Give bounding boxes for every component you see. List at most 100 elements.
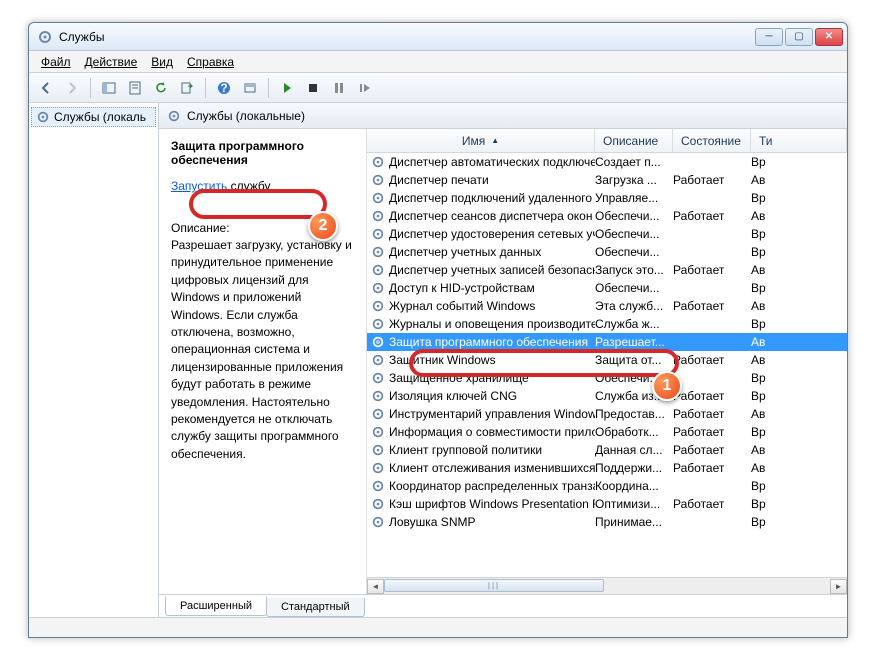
gear-icon bbox=[371, 407, 385, 421]
cell-type: Ав bbox=[751, 173, 843, 187]
cell-type: Ав bbox=[751, 461, 843, 475]
detail-title: Защита программного обеспечения bbox=[171, 139, 354, 167]
column-headers: Имя▲ Описание Состояние Ти bbox=[367, 129, 847, 153]
restart-service-button[interactable] bbox=[354, 77, 376, 99]
gear-icon bbox=[371, 461, 385, 475]
menu-action[interactable]: Действие bbox=[79, 53, 144, 71]
service-row[interactable]: Доступ к HID-устройствамОбеспечи...Вр bbox=[367, 279, 847, 297]
cell-state: Работает bbox=[673, 461, 751, 475]
service-row[interactable]: Изоляция ключей CNGСлужба из...РаботаетВ… bbox=[367, 387, 847, 405]
service-row[interactable]: Координатор распределенных транзакцийКоо… bbox=[367, 477, 847, 495]
cell-type: Ав bbox=[751, 299, 843, 313]
cell-name: Защитник Windows bbox=[371, 353, 595, 367]
gear-icon bbox=[371, 425, 385, 439]
cell-type: Вр bbox=[751, 317, 843, 331]
cell-type: Вр bbox=[751, 371, 843, 385]
cell-name: Диспетчер удостоверения сетевых участ... bbox=[371, 227, 595, 241]
forward-button[interactable] bbox=[61, 77, 83, 99]
gear-icon bbox=[371, 371, 385, 385]
close-button[interactable]: ✕ bbox=[815, 28, 843, 46]
cell-state: Работает bbox=[673, 425, 751, 439]
tree-item-services-local[interactable]: Службы (локаль bbox=[31, 107, 156, 127]
minimize-button[interactable]: ─ bbox=[755, 28, 783, 46]
cell-type: Ав bbox=[751, 353, 843, 367]
cell-state: Работает bbox=[673, 443, 751, 457]
cell-desc: Защита от... bbox=[595, 353, 673, 367]
col-name[interactable]: Имя▲ bbox=[367, 129, 595, 152]
cell-name: Клиент групповой политики bbox=[371, 443, 595, 457]
cell-desc: Загрузка ... bbox=[595, 173, 673, 187]
menu-file[interactable]: Файл bbox=[35, 53, 77, 71]
cell-desc: Обеспечи... bbox=[595, 209, 673, 223]
scroll-right-icon[interactable]: ► bbox=[830, 579, 847, 594]
scroll-track[interactable]: ||| bbox=[384, 579, 830, 594]
cell-desc: Служба ж... bbox=[595, 317, 673, 331]
gear-icon bbox=[371, 317, 385, 331]
service-row[interactable]: Диспетчер сеансов диспетчера окон раб...… bbox=[367, 207, 847, 225]
cell-desc: Данная сл... bbox=[595, 443, 673, 457]
service-row[interactable]: Диспетчер печатиЗагрузка ...РаботаетАв bbox=[367, 171, 847, 189]
cell-name: Диспетчер учетных записей безопасности bbox=[371, 263, 595, 277]
cell-desc: Обеспечи... bbox=[595, 245, 673, 259]
cell-name: Инструментарий управления Windows bbox=[371, 407, 595, 421]
cell-state: Работает bbox=[673, 299, 751, 313]
pause-service-button[interactable] bbox=[328, 77, 350, 99]
properties-button[interactable] bbox=[124, 77, 146, 99]
menu-help[interactable]: Справка bbox=[181, 53, 240, 71]
tab-extended[interactable]: Расширенный bbox=[165, 596, 267, 616]
scroll-left-icon[interactable]: ◄ bbox=[367, 579, 384, 594]
cell-type: Ав bbox=[751, 443, 843, 457]
gear-icon bbox=[371, 155, 385, 169]
col-description[interactable]: Описание bbox=[595, 129, 673, 152]
service-row[interactable]: Диспетчер удостоверения сетевых участ...… bbox=[367, 225, 847, 243]
cell-state: Работает bbox=[673, 407, 751, 421]
gear-icon bbox=[371, 299, 385, 313]
start-service-button[interactable] bbox=[276, 77, 298, 99]
service-list: Имя▲ Описание Состояние Ти Диспетчер авт… bbox=[367, 129, 847, 594]
stop-service-button[interactable] bbox=[302, 77, 324, 99]
service-row[interactable]: Инструментарий управления WindowsПредост… bbox=[367, 405, 847, 423]
service-row[interactable]: Информация о совместимости приложе...Обр… bbox=[367, 423, 847, 441]
services-window: Службы ─ ▢ ✕ Файл Действие Вид Справка ?… bbox=[28, 22, 848, 638]
cell-state: Работает bbox=[673, 209, 751, 223]
service-row[interactable]: Диспетчер учетных данныхОбеспечи...Вр bbox=[367, 243, 847, 261]
show-hide-tree-button[interactable] bbox=[98, 77, 120, 99]
menu-view[interactable]: Вид bbox=[145, 53, 179, 71]
start-link-row: Запустить службу bbox=[171, 179, 354, 193]
scroll-thumb[interactable]: ||| bbox=[384, 579, 604, 592]
cell-name: Ловушка SNMP bbox=[371, 515, 595, 529]
cell-state: Работает bbox=[673, 173, 751, 187]
service-row[interactable]: Защищенное хранилищеОбеспечи...Вр bbox=[367, 369, 847, 387]
cell-type: Вр bbox=[751, 281, 843, 295]
service-row[interactable]: Клиент групповой политикиДанная сл...Раб… bbox=[367, 441, 847, 459]
service-row[interactable]: Журнал событий WindowsЭта служб...Работа… bbox=[367, 297, 847, 315]
horizontal-scrollbar[interactable]: ◄ ||| ► bbox=[367, 577, 847, 594]
cell-desc: Обеспечи... bbox=[595, 281, 673, 295]
refresh-button[interactable] bbox=[150, 77, 172, 99]
cell-type: Вр bbox=[751, 497, 843, 511]
col-type[interactable]: Ти bbox=[751, 129, 847, 152]
service-row[interactable]: Защита программного обеспеченияРазрешает… bbox=[367, 333, 847, 351]
col-state[interactable]: Состояние bbox=[673, 129, 751, 152]
maximize-button[interactable]: ▢ bbox=[785, 28, 813, 46]
export-button[interactable] bbox=[176, 77, 198, 99]
toolbar-button[interactable] bbox=[239, 77, 261, 99]
service-row[interactable]: Диспетчер автоматических подключени...Со… bbox=[367, 153, 847, 171]
service-row[interactable]: Кэш шрифтов Windows Presentation Fou...О… bbox=[367, 495, 847, 513]
service-row[interactable]: Защитник WindowsЗащита от...РаботаетАв bbox=[367, 351, 847, 369]
gear-icon bbox=[371, 479, 385, 493]
cell-name: Информация о совместимости приложе... bbox=[371, 425, 595, 439]
titlebar[interactable]: Службы ─ ▢ ✕ bbox=[29, 23, 847, 51]
cell-name: Диспетчер учетных данных bbox=[371, 245, 595, 259]
back-button[interactable] bbox=[35, 77, 57, 99]
service-row[interactable]: Диспетчер подключений удаленного до...Уп… bbox=[367, 189, 847, 207]
service-row[interactable]: Ловушка SNMPПринимае...Вр bbox=[367, 513, 847, 531]
menubar: Файл Действие Вид Справка bbox=[29, 51, 847, 73]
service-row[interactable]: Диспетчер учетных записей безопасностиЗа… bbox=[367, 261, 847, 279]
service-row[interactable]: Журналы и оповещения производител...Служ… bbox=[367, 315, 847, 333]
help-button[interactable]: ? bbox=[213, 77, 235, 99]
tab-standard[interactable]: Стандартный bbox=[266, 598, 365, 617]
cell-type: Вр bbox=[751, 191, 843, 205]
start-service-link[interactable]: Запустить bbox=[171, 179, 227, 193]
service-row[interactable]: Клиент отслеживания изменившихся св...По… bbox=[367, 459, 847, 477]
